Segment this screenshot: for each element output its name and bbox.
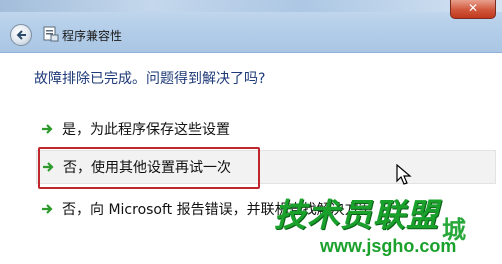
watermark-logo: 技术员联盟: [274, 196, 440, 234]
window-title: 程序兼容性: [62, 29, 123, 43]
back-button[interactable]: [10, 24, 32, 46]
option-yes-save-settings[interactable]: 是，为此程序保存这些设置: [40, 112, 480, 146]
option-label: 是，为此程序保存这些设置: [62, 122, 230, 138]
watermark: 技术员联盟 城 www.jsgho.com: [274, 190, 502, 264]
mouse-cursor-icon: [396, 164, 412, 185]
back-arrow-icon: [16, 30, 26, 40]
selection-highlight: [38, 147, 260, 189]
page-heading: 故障排除已完成。问题得到解决了吗?: [34, 71, 266, 87]
arrow-right-icon: [42, 204, 53, 214]
title-bar-strip: [0, 0, 502, 12]
watermark-url: www.jsgho.com: [320, 236, 457, 256]
close-button[interactable]: ✕: [450, 0, 496, 19]
title-bar: ✕ 程序兼容性: [0, 0, 502, 53]
app-icon: [43, 26, 59, 42]
arrow-right-icon: [42, 124, 53, 134]
